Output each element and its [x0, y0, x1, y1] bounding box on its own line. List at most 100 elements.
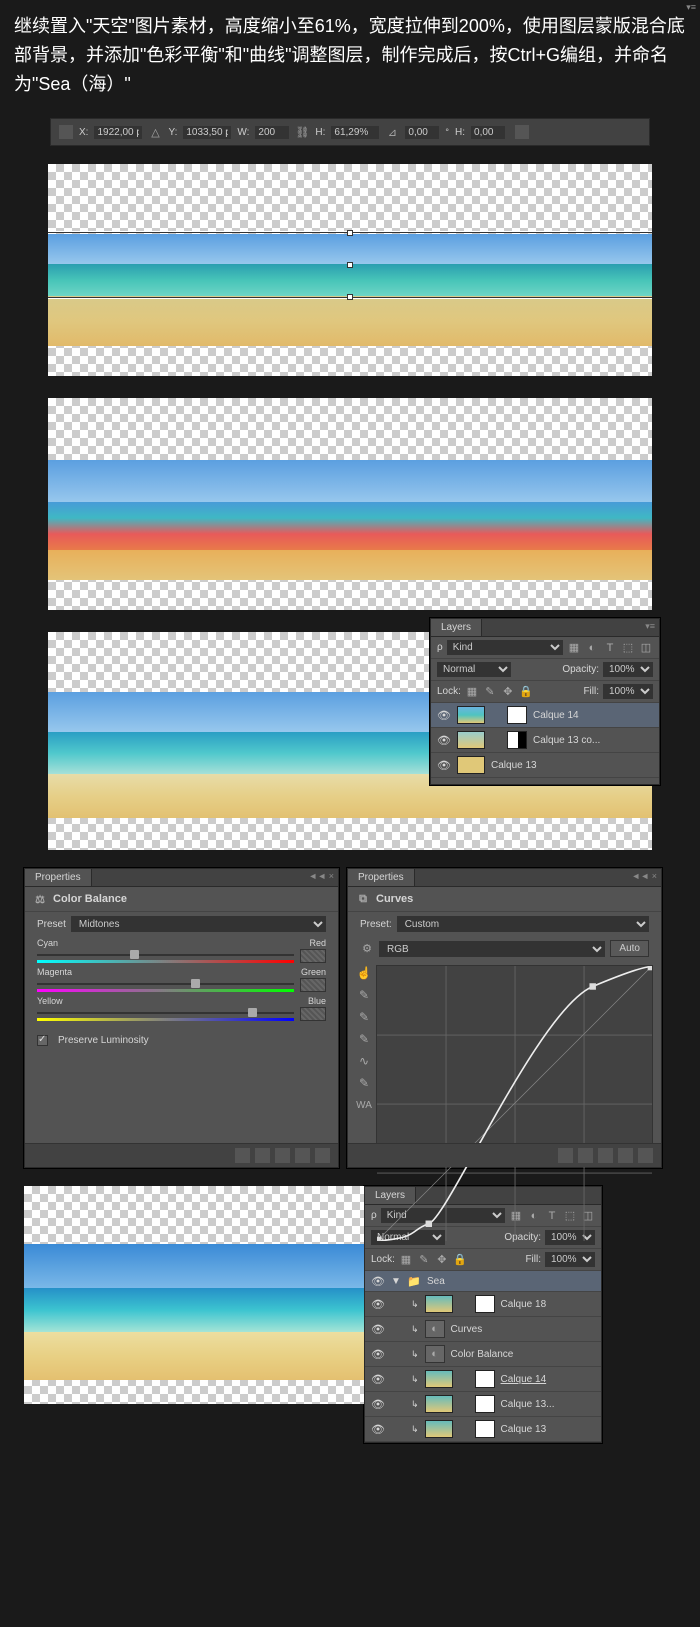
filter-type-icon[interactable]: T: [603, 641, 617, 655]
cb-slider[interactable]: [37, 950, 294, 960]
layer-name[interactable]: Curves: [451, 1324, 595, 1335]
view-prev-icon[interactable]: [578, 1148, 593, 1163]
blend-mode-select[interactable]: Normal: [437, 662, 511, 677]
transform-box[interactable]: [48, 232, 652, 298]
layer-item[interactable]: 👁 ↳◐ Color Balance: [365, 1342, 601, 1367]
view-prev-icon[interactable]: [255, 1148, 270, 1163]
x-input[interactable]: [94, 126, 142, 139]
layer-name[interactable]: Calque 14: [533, 710, 653, 721]
visibility-icon[interactable]: 👁: [437, 709, 451, 722]
lock-pos-icon[interactable]: ✥: [501, 685, 515, 699]
layer-name[interactable]: Color Balance: [451, 1349, 595, 1360]
curve-graph[interactable]: [376, 965, 653, 1145]
layer-item[interactable]: 👁 ▼📁 Sea: [365, 1271, 601, 1292]
smooth-icon[interactable]: WA: [356, 1097, 372, 1113]
auto-button[interactable]: Auto: [610, 940, 649, 957]
clip-icon[interactable]: [558, 1148, 573, 1163]
draw-curve-icon[interactable]: ✎: [356, 1075, 372, 1091]
lock-trans-icon[interactable]: ▦: [399, 1253, 413, 1267]
visibility-icon[interactable]: 👁: [371, 1275, 385, 1288]
layer-item[interactable]: 👁 Calque 13 co...: [431, 728, 659, 753]
layer-mask[interactable]: [475, 1420, 495, 1438]
y-input[interactable]: [183, 126, 231, 139]
layer-mask[interactable]: [475, 1395, 495, 1413]
visibility-icon[interactable]: 👁: [437, 734, 451, 747]
visibility-icon[interactable]: 👁: [371, 1323, 385, 1336]
fill-select[interactable]: 100%: [545, 1252, 595, 1267]
visibility-icon[interactable]: 👁: [371, 1298, 385, 1311]
angle-input[interactable]: [405, 126, 439, 139]
channel-select[interactable]: RGB: [379, 941, 605, 957]
handle-tc[interactable]: [347, 230, 353, 236]
properties-tab[interactable]: Properties: [348, 869, 415, 886]
preserve-lum-checkbox[interactable]: [37, 1035, 48, 1046]
layer-item[interactable]: 👁 ↳ Calque 13: [365, 1417, 601, 1442]
panel-collapse-icon[interactable]: ◄◄ ×: [631, 871, 657, 881]
link-icon[interactable]: ⛓: [295, 125, 309, 139]
target-adjust-icon[interactable]: ☝: [356, 965, 372, 981]
toggle-vis-icon[interactable]: [618, 1148, 633, 1163]
opacity-select[interactable]: 100%: [603, 662, 653, 677]
filter-kind-select[interactable]: Kind: [447, 640, 563, 655]
handle-bc[interactable]: [347, 294, 353, 300]
properties-tab[interactable]: Properties: [25, 869, 92, 886]
layer-item[interactable]: 👁 ↳◐ Curves: [365, 1317, 601, 1342]
visibility-icon[interactable]: 👁: [371, 1373, 385, 1386]
layer-name[interactable]: Calque 13: [501, 1424, 595, 1435]
layer-name[interactable]: Sea: [427, 1276, 595, 1287]
delta-icon[interactable]: △: [148, 125, 162, 139]
layer-item[interactable]: 👁 Calque 13: [431, 753, 659, 778]
panel-collapse-icon[interactable]: ◄◄ ×: [308, 871, 334, 881]
layer-item[interactable]: 👁 ↳ Calque 13...: [365, 1392, 601, 1417]
layer-item[interactable]: 👁 Calque 14: [431, 703, 659, 728]
layer-name[interactable]: Calque 14: [501, 1374, 595, 1385]
value-box[interactable]: [300, 1007, 326, 1021]
filter-pixel-icon[interactable]: ▦: [567, 641, 581, 655]
h-input[interactable]: [331, 126, 379, 139]
layer-name[interactable]: Calque 18: [501, 1299, 595, 1310]
lock-pos-icon[interactable]: ✥: [435, 1253, 449, 1267]
layer-mask[interactable]: [507, 731, 527, 749]
layer-item[interactable]: 👁 ↳ Calque 18: [365, 1292, 601, 1317]
sample-black-icon[interactable]: ✎: [356, 987, 372, 1003]
visibility-icon[interactable]: 👁: [437, 759, 451, 772]
visibility-icon[interactable]: 👁: [371, 1348, 385, 1361]
filter-smart-icon[interactable]: ◫: [639, 641, 653, 655]
filter-adjust-icon[interactable]: ◐: [585, 641, 599, 655]
lock-all-icon[interactable]: 🔒: [453, 1253, 467, 1267]
lock-paint-icon[interactable]: ✎: [483, 685, 497, 699]
visibility-icon[interactable]: 👁: [371, 1423, 385, 1436]
layer-mask[interactable]: [507, 706, 527, 724]
reset-icon[interactable]: [275, 1148, 290, 1163]
toggle-vis-icon[interactable]: [295, 1148, 310, 1163]
layer-name[interactable]: Calque 13: [491, 760, 653, 771]
handle-center[interactable]: [347, 262, 353, 268]
edit-points-icon[interactable]: ∿: [356, 1053, 372, 1069]
lock-paint-icon[interactable]: ✎: [417, 1253, 431, 1267]
lock-trans-icon[interactable]: ▦: [465, 685, 479, 699]
delete-icon[interactable]: [638, 1148, 653, 1163]
panel-menu-icon[interactable]: ▾≡: [686, 2, 696, 13]
filter-shape-icon[interactable]: ⬚: [621, 641, 635, 655]
sample-white-icon[interactable]: ✎: [356, 1031, 372, 1047]
layers-tab[interactable]: Layers: [431, 619, 482, 636]
layer-name[interactable]: Calque 13 co...: [533, 735, 653, 746]
sample-gray-icon[interactable]: ✎: [356, 1009, 372, 1025]
delete-icon[interactable]: [315, 1148, 330, 1163]
value-box[interactable]: [300, 978, 326, 992]
preset-select[interactable]: Custom: [397, 916, 649, 932]
w-input[interactable]: [255, 126, 289, 139]
lock-all-icon[interactable]: 🔒: [519, 685, 533, 699]
hskew-input[interactable]: [471, 126, 505, 139]
clip-icon[interactable]: [235, 1148, 250, 1163]
reference-point-icon[interactable]: [59, 125, 73, 139]
layer-item[interactable]: 👁 ↳ Calque 14: [365, 1367, 601, 1392]
cb-slider[interactable]: [37, 1008, 294, 1018]
visibility-icon[interactable]: 👁: [371, 1398, 385, 1411]
reset-icon[interactable]: [598, 1148, 613, 1163]
disclosure-icon[interactable]: ▼: [391, 1276, 401, 1287]
cb-slider[interactable]: [37, 979, 294, 989]
panel-menu-icon[interactable]: ▾≡: [645, 621, 655, 632]
tone-select[interactable]: Midtones: [71, 916, 326, 932]
layer-name[interactable]: Calque 13...: [501, 1399, 595, 1410]
